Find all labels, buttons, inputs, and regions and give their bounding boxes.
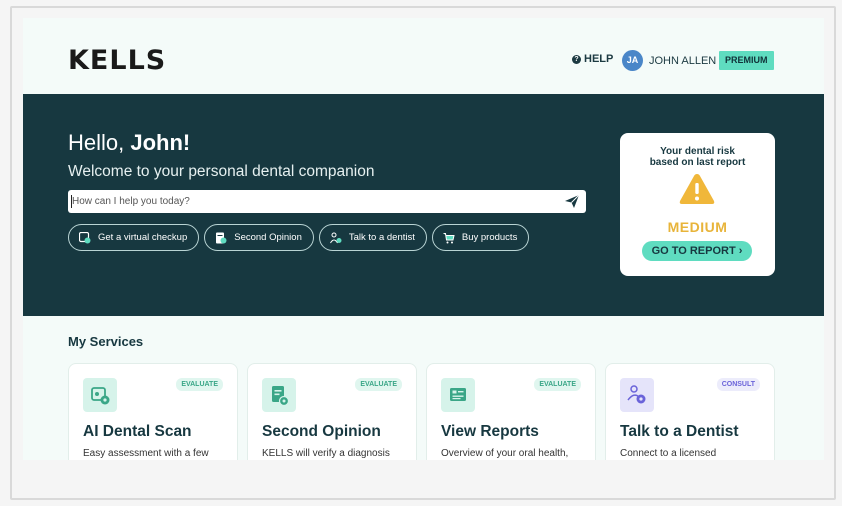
chip-label: Buy products (461, 232, 518, 243)
premium-badge: PREMIUM (719, 51, 774, 70)
service-card-talk-dentist[interactable]: CONSULT Talk to a Dentist Connect to a l… (605, 363, 775, 460)
card-title: View Reports (441, 423, 539, 440)
hero-section: Hello, John! Welcome to your personal de… (23, 94, 824, 316)
app-window: KELLS ? HELP JA JOHN ALLEN PREMIUM Hello… (23, 18, 824, 460)
services-heading: My Services (68, 334, 144, 349)
scan-icon (79, 231, 91, 243)
card-icon-box (441, 378, 475, 412)
card-description: Connect to a licensed (620, 448, 717, 459)
chip-buy-products[interactable]: Buy products (431, 224, 530, 251)
dental-risk-card: Your dental risk based on last report ME… (620, 133, 775, 276)
consult-tag: CONSULT (716, 378, 760, 391)
scan-icon (91, 387, 110, 405)
greeting-heading: Hello, John! (68, 130, 190, 156)
quick-actions: Get a virtual checkup Second Opinion Tal… (68, 224, 530, 251)
evaluate-tag: EVALUATE (534, 378, 581, 391)
ask-box (68, 190, 586, 213)
chip-talk-dentist[interactable]: Talk to a dentist (318, 224, 427, 251)
risk-title-line2: based on last report (649, 156, 746, 168)
dentist-icon (627, 385, 646, 404)
cart-icon (443, 232, 455, 243)
card-description: Easy assessment with a few (83, 448, 209, 459)
chip-label: Talk to a dentist (348, 232, 415, 243)
send-icon[interactable] (564, 194, 580, 209)
risk-title: Your dental risk based on last report (620, 146, 775, 168)
chip-label: Second Opinion (234, 232, 302, 243)
service-card-ai-dental-scan[interactable]: EVALUATE AI Dental Scan Easy assessment … (68, 363, 238, 460)
card-title: AI Dental Scan (83, 423, 192, 440)
top-header: KELLS ? HELP JA JOHN ALLEN PREMIUM (23, 18, 824, 94)
card-description: Overview of your oral health, (441, 448, 569, 459)
card-icon-box (83, 378, 117, 412)
greeting-prefix: Hello, (68, 130, 131, 155)
card-icon-box (620, 378, 654, 412)
card-icon-box (262, 378, 296, 412)
card-description: KELLS will verify a diagnosis (262, 448, 390, 459)
go-to-report-button[interactable]: GO TO REPORT › (642, 241, 752, 261)
risk-title-line1: Your dental risk (660, 146, 735, 157)
card-title: Second Opinion (262, 423, 381, 440)
card-title: Talk to a Dentist (620, 423, 739, 440)
warning-icon (679, 174, 715, 204)
dentist-icon (329, 232, 342, 243)
ask-input[interactable] (72, 190, 552, 213)
help-link[interactable]: ? HELP (572, 53, 613, 65)
avatar[interactable]: JA (622, 50, 643, 71)
chip-virtual-checkup[interactable]: Get a virtual checkup (68, 224, 200, 251)
chip-second-opinion[interactable]: Second Opinion (204, 224, 314, 251)
service-card-second-opinion[interactable]: EVALUATE Second Opinion KELLS will verif… (247, 363, 417, 460)
greeting-name: John! (130, 130, 191, 155)
evaluate-tag: EVALUATE (176, 378, 223, 391)
kells-logo[interactable]: KELLS (68, 45, 166, 76)
help-label: HELP (584, 53, 614, 65)
chip-label: Get a virtual checkup (98, 232, 188, 243)
document-check-icon (216, 232, 227, 243)
user-name[interactable]: JOHN ALLEN (649, 55, 716, 67)
document-check-icon (272, 386, 290, 407)
service-card-view-reports[interactable]: EVALUATE View Reports Overview of your o… (426, 363, 596, 460)
help-icon: ? (572, 54, 581, 64)
evaluate-tag: EVALUATE (355, 378, 402, 391)
welcome-subtitle: Welcome to your personal dental companio… (68, 163, 375, 180)
risk-level: MEDIUM (667, 219, 728, 235)
report-icon (450, 388, 466, 401)
